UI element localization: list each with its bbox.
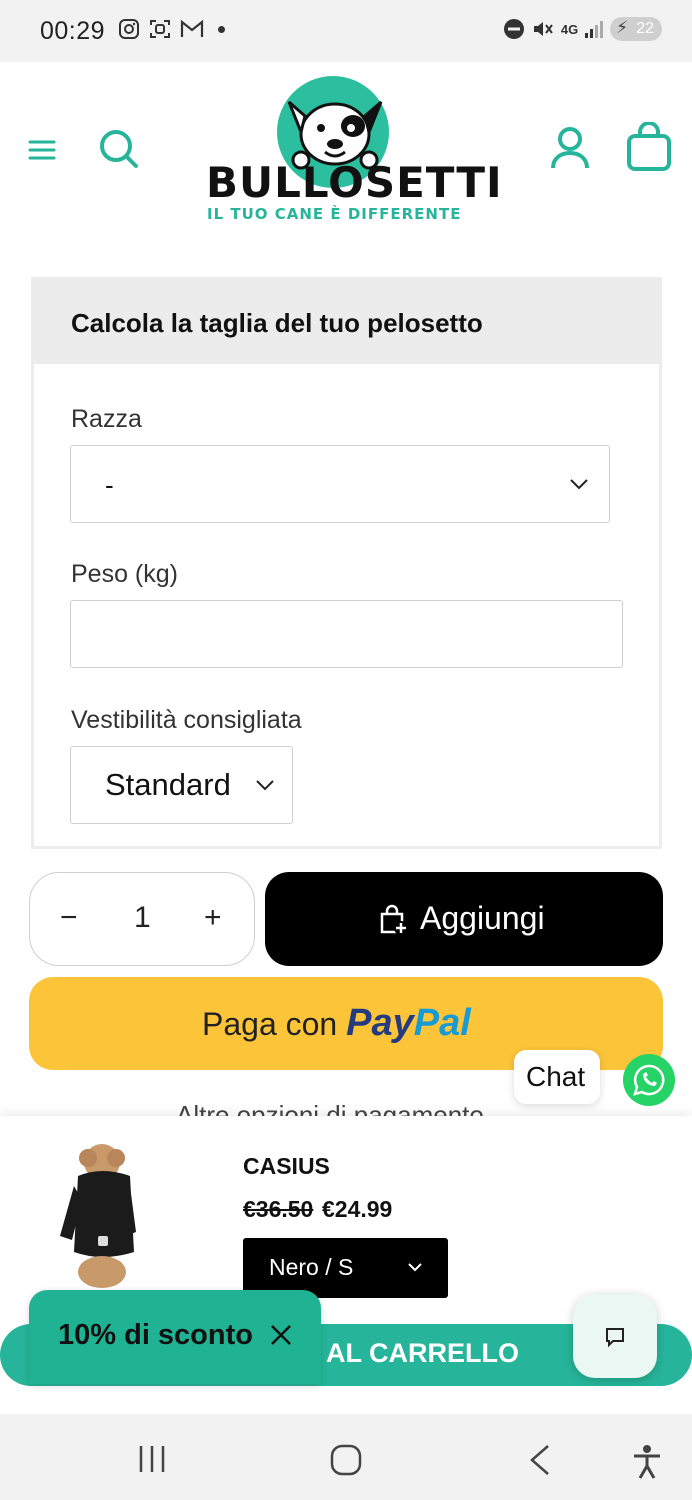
size-calculator-title: Calcola la taglia del tuo pelosetto	[71, 308, 483, 338]
chat-launcher-button[interactable]	[573, 1294, 657, 1378]
fit-select-value: Standard	[105, 767, 231, 802]
status-bar: 00:29 4G ⚡ 22	[0, 0, 692, 62]
menu-icon[interactable]	[28, 140, 56, 160]
weight-input[interactable]	[70, 600, 623, 668]
paypal-logo: PayPal	[346, 1002, 471, 1044]
variant-select[interactable]: Nero / S	[243, 1238, 448, 1298]
add-to-cart-button[interactable]: Aggiungi	[265, 872, 663, 966]
account-icon[interactable]	[550, 126, 590, 170]
system-nav-bar	[0, 1414, 692, 1500]
close-icon[interactable]	[269, 1323, 293, 1347]
breed-select-value: -	[105, 470, 114, 500]
signal-icon	[585, 21, 604, 38]
add-to-cart-label: Aggiungi	[420, 900, 545, 936]
quantity-increase-button[interactable]: +	[204, 901, 222, 935]
notification-icons	[118, 18, 225, 40]
gmail-icon	[180, 19, 204, 37]
charging-icon: ⚡	[616, 18, 629, 37]
status-time: 00:29	[40, 17, 106, 45]
logo-wordmark: BULLOSETTI	[206, 158, 503, 207]
whatsapp-icon	[633, 1064, 665, 1096]
cart-icon[interactable]	[626, 122, 672, 172]
product-name: CASIUS	[243, 1153, 330, 1179]
chat-label[interactable]: Chat	[514, 1050, 600, 1104]
product-thumbnail	[60, 1144, 136, 1288]
breed-select[interactable]: -	[70, 445, 610, 523]
dnd-icon	[503, 19, 524, 39]
accessibility-icon[interactable]	[632, 1444, 662, 1480]
site-header: BULLOSETTI IL TUO CANE È DIFFERENTE	[0, 62, 692, 250]
battery-level: 22	[636, 20, 654, 37]
screenshot-icon	[150, 20, 170, 38]
whatsapp-button[interactable]	[623, 1054, 675, 1106]
back-icon[interactable]	[528, 1444, 552, 1476]
breed-label: Razza	[71, 405, 142, 433]
logo-tagline: IL TUO CANE È DIFFERENTE	[207, 205, 462, 223]
chevron-down-icon	[408, 1263, 422, 1272]
system-status: 4G ⚡ 22	[503, 17, 662, 41]
fit-label: Vestibilità consigliata	[71, 706, 302, 734]
old-price: €36.50	[243, 1196, 314, 1222]
chevron-down-icon	[570, 479, 588, 490]
quantity-decrease-button[interactable]: −	[60, 901, 78, 935]
quantity-stepper: − 1 +	[29, 872, 255, 966]
more-payment-options-link[interactable]: Altre opzioni di pagamento	[176, 1100, 484, 1116]
size-calculator: Calcola la taglia del tuo pelosetto Razz…	[31, 277, 662, 849]
sticky-cart-label: AL CARRELLO	[326, 1338, 519, 1368]
instagram-icon	[119, 19, 139, 39]
size-calculator-header: Calcola la taglia del tuo pelosetto	[34, 280, 659, 364]
battery-indicator: ⚡ 22	[610, 17, 662, 41]
paypal-label: Paga con PayPal	[202, 1002, 471, 1045]
fit-select[interactable]: Standard	[70, 746, 293, 824]
bag-plus-icon	[380, 904, 408, 935]
paypal-prefix: Paga con	[202, 1006, 338, 1042]
chevron-down-icon	[256, 780, 274, 791]
discount-popup[interactable]: 10% di sconto	[29, 1290, 321, 1384]
mute-icon	[533, 22, 553, 36]
weight-label: Peso (kg)	[71, 560, 178, 588]
sale-price: €24.99	[322, 1196, 393, 1222]
home-icon[interactable]	[330, 1444, 362, 1476]
message-icon	[606, 1328, 624, 1348]
search-icon[interactable]	[98, 128, 140, 170]
quantity-value[interactable]: 1	[134, 901, 151, 935]
discount-label: 10% di sconto	[58, 1319, 253, 1351]
variant-select-value: Nero / S	[269, 1254, 354, 1280]
network-type: 4G	[560, 21, 579, 37]
more-notifications-dot	[218, 25, 225, 33]
recent-apps-icon[interactable]	[137, 1444, 167, 1474]
